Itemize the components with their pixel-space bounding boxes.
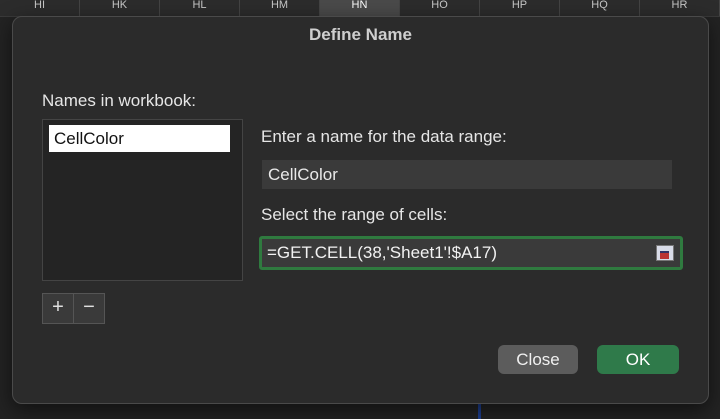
range-field-label: Select the range of cells: xyxy=(261,205,448,224)
column-header[interactable]: HK xyxy=(80,0,160,16)
column-header[interactable]: HL xyxy=(160,0,240,16)
define-name-dialog: Define Name Names in workbook: CellColor… xyxy=(12,16,709,404)
column-header[interactable]: HO xyxy=(400,0,480,16)
collapse-range-icon[interactable] xyxy=(656,245,674,261)
dialog-title: Define Name xyxy=(309,25,412,44)
names-list-item[interactable]: CellColor xyxy=(49,125,230,152)
name-input[interactable]: CellColor xyxy=(262,160,672,189)
range-input-value: =GET.CELL(38,'Sheet1'!$A17) xyxy=(267,243,497,262)
column-header[interactable]: HQ xyxy=(560,0,640,16)
column-header[interactable]: HR xyxy=(640,0,720,16)
names-list[interactable]: CellColor xyxy=(42,119,243,281)
remove-name-button[interactable]: − xyxy=(74,294,104,323)
name-field-label: Enter a name for the data range: xyxy=(261,127,507,146)
add-name-button[interactable]: + xyxy=(43,294,74,323)
column-header[interactable]: HP xyxy=(480,0,560,16)
column-header-selected[interactable]: HN xyxy=(320,0,400,16)
column-headers: HI HK HL HM HN HO HP HQ HR xyxy=(0,0,720,17)
add-remove-group: + − xyxy=(42,293,105,324)
range-input[interactable]: =GET.CELL(38,'Sheet1'!$A17) xyxy=(259,236,683,270)
ok-button[interactable]: OK xyxy=(597,345,679,374)
close-button[interactable]: Close xyxy=(498,345,578,374)
column-header[interactable]: HM xyxy=(240,0,320,16)
column-header[interactable]: HI xyxy=(0,0,80,16)
names-in-workbook-label: Names in workbook: xyxy=(42,91,197,110)
